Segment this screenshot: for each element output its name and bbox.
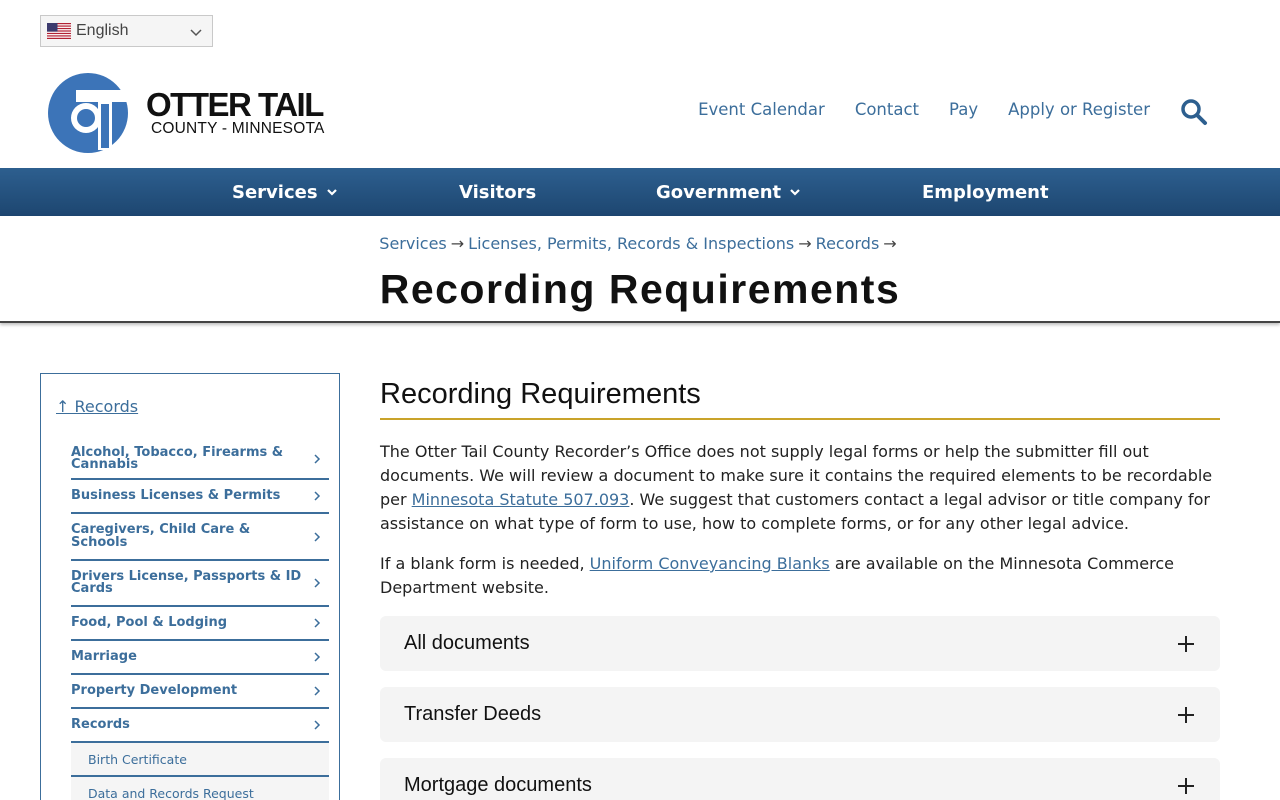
chevron-down-icon xyxy=(790,189,800,196)
language-select[interactable]: English xyxy=(40,15,213,47)
sidebar-item-label: Drivers License, Passports & ID Cards xyxy=(71,568,302,596)
chevron-right-icon xyxy=(314,531,321,542)
accordion-all-documents[interactable]: All documents xyxy=(380,616,1220,671)
us-flag-icon xyxy=(47,23,71,39)
chevron-right-icon xyxy=(314,618,321,628)
accordion: All documents Transfer Deeds Mortgage do… xyxy=(380,616,1220,800)
intro-paragraph: The Otter Tail County Recorder’s Office … xyxy=(380,440,1220,536)
nav-employment-label: Employment xyxy=(922,181,1049,203)
sidebar-item-marriage[interactable]: Marriage xyxy=(71,641,329,675)
sidebar-item-caregivers[interactable]: Caregivers, Child Care & Schools xyxy=(71,514,329,561)
plus-icon xyxy=(1178,636,1194,652)
chevron-right-icon xyxy=(314,578,321,588)
sidebar-item-property[interactable]: Property Development xyxy=(71,675,329,709)
sidebar-item-label: Alcohol, Tobacco, Firearms & Cannabis xyxy=(71,444,284,472)
logo-subtitle: COUNTY - MINNESOTA xyxy=(151,120,325,137)
sidebar-item-label: Property Development xyxy=(71,682,238,698)
sidebar-item-label: Business Licenses & Permits xyxy=(71,487,281,503)
nav-government-label: Government xyxy=(656,181,782,203)
nav-services-label: Services xyxy=(232,181,318,203)
plus-icon xyxy=(1178,778,1194,794)
statute-link[interactable]: Minnesota Statute 507.093 xyxy=(412,490,630,509)
language-label: English xyxy=(76,22,129,39)
sidebar-item-label: Food, Pool & Lodging xyxy=(71,614,228,630)
nav-services[interactable]: Services xyxy=(232,168,338,216)
breadcrumb-separator: → xyxy=(883,234,897,253)
breadcrumb-services[interactable]: Services xyxy=(379,234,446,253)
content-heading: Recording Requirements xyxy=(380,373,1220,420)
chevron-right-icon xyxy=(314,720,321,730)
util-link-apply-register[interactable]: Apply or Register xyxy=(1008,100,1150,119)
breadcrumb-licenses[interactable]: Licenses, Permits, Records & Inspections xyxy=(468,234,794,253)
sidebar-item-label: Caregivers, Child Care & Schools xyxy=(71,522,251,550)
chevron-down-icon xyxy=(326,189,337,196)
sidebar-item-alcohol[interactable]: Alcohol, Tobacco, Firearms & Cannabis xyxy=(71,440,329,480)
util-link-pay[interactable]: Pay xyxy=(949,100,978,119)
breadcrumb-separator: → xyxy=(798,234,812,253)
breadcrumb: Services → Licenses, Permits, Records & In… xyxy=(0,234,1280,253)
sidebar-item-business[interactable]: Business Licenses & Permits xyxy=(71,480,329,514)
logo-name: OTTER TAIL xyxy=(146,86,324,123)
sidebar-up-link[interactable]: ↑ Records xyxy=(56,397,138,416)
util-link-event-calendar[interactable]: Event Calendar xyxy=(698,100,825,119)
utility-nav: Event Calendar Contact Pay Apply or Regi… xyxy=(698,100,1150,119)
chevron-down-icon xyxy=(190,29,202,37)
nav-government[interactable]: Government xyxy=(656,168,801,216)
util-link-contact[interactable]: Contact xyxy=(855,100,919,119)
nav-visitors-label: Visitors xyxy=(459,181,537,203)
chevron-right-icon xyxy=(314,686,321,696)
chevron-right-icon xyxy=(314,491,321,501)
accordion-title: Transfer Deeds xyxy=(404,703,542,725)
breadcrumb-records[interactable]: Records xyxy=(816,234,880,253)
sidebar-list: Alcohol, Tobacco, Firearms & Cannabis Bu… xyxy=(71,440,329,800)
accordion-mortgage-documents[interactable]: Mortgage documents xyxy=(380,758,1220,800)
sidebar: ↑ Records Alcohol, Tobacco, Firearms & C… xyxy=(40,373,340,800)
blank-form-text: If a blank form is needed, xyxy=(380,554,590,573)
chevron-right-icon xyxy=(314,454,321,464)
sidebar-subitem-birth-certificate[interactable]: Birth Certificate xyxy=(71,743,329,777)
page-header: Services → Licenses, Permits, Records & In… xyxy=(0,216,1280,323)
sidebar-subitem-data-records-request[interactable]: Data and Records Request xyxy=(71,777,329,800)
main-nav: Services Visitors Government Employment xyxy=(0,168,1280,216)
nav-employment[interactable]: Employment xyxy=(922,168,1049,216)
breadcrumb-separator: → xyxy=(450,234,465,253)
blank-form-paragraph: If a blank form is needed, Uniform Conve… xyxy=(380,552,1220,600)
nav-visitors[interactable]: Visitors xyxy=(459,168,536,216)
sidebar-item-drivers[interactable]: Drivers License, Passports & ID Cards xyxy=(71,561,329,607)
accordion-title: Mortgage documents xyxy=(404,774,592,796)
accordion-transfer-deeds[interactable]: Transfer Deeds xyxy=(380,687,1220,742)
otter-tail-logo-icon xyxy=(48,73,128,153)
accordion-title: All documents xyxy=(404,632,530,654)
sidebar-item-food[interactable]: Food, Pool & Lodging xyxy=(71,607,329,641)
chevron-right-icon xyxy=(314,652,321,662)
main-content: Recording Requirements The Otter Tail Co… xyxy=(380,373,1220,800)
county-logo[interactable]: OTTER TAIL COUNTY - MINNESOTA xyxy=(46,72,336,154)
uniform-blanks-link[interactable]: Uniform Conveyancing Blanks xyxy=(590,554,830,573)
sidebar-item-label: Marriage xyxy=(71,648,137,664)
page-title: Recording Requirements xyxy=(379,266,901,312)
plus-icon xyxy=(1178,707,1194,723)
sidebar-item-records[interactable]: Records xyxy=(71,709,329,743)
sidebar-item-label: Records xyxy=(71,716,130,732)
search-icon[interactable] xyxy=(1180,98,1208,126)
